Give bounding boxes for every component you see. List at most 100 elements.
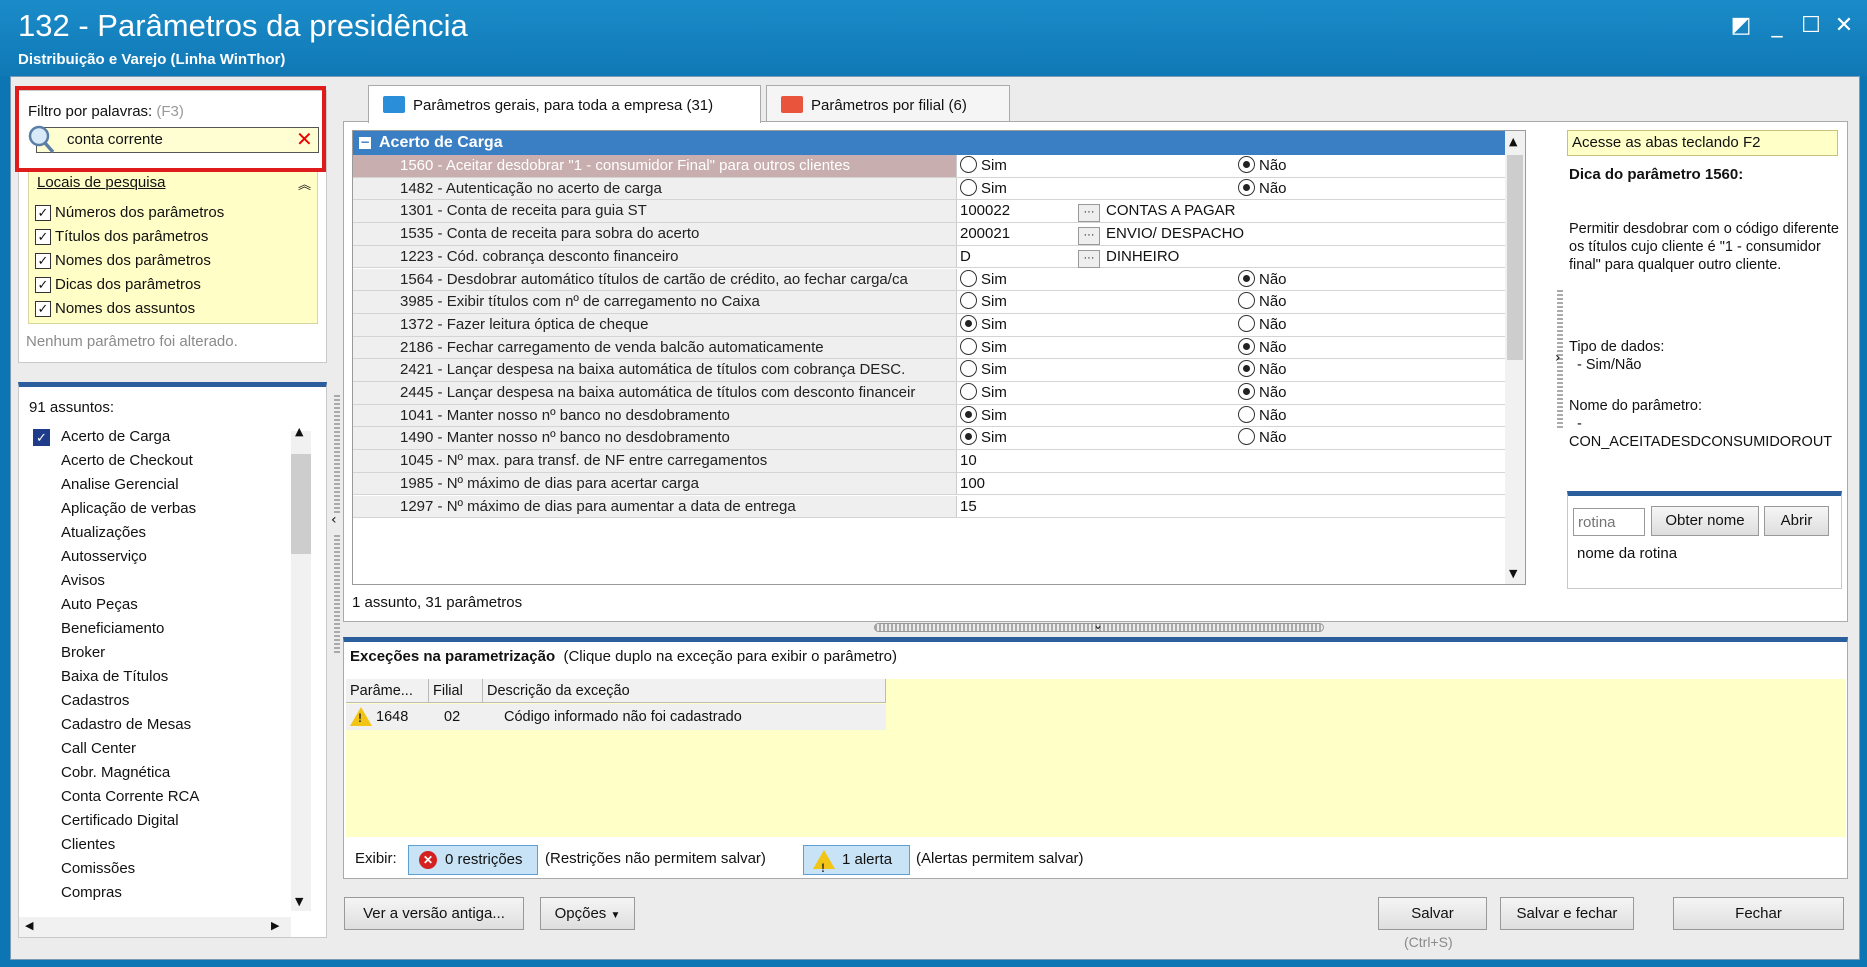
grid-row[interactable]: 1535 - Conta de receita para sobra do ac… [353, 223, 1525, 246]
get-name-button[interactable]: Obter nome [1651, 506, 1759, 536]
radio-option[interactable]: Sim [960, 405, 1007, 427]
search-option[interactable]: ✓ Números dos parâmetros [35, 204, 224, 221]
scroll-down-icon[interactable]: ▼ [295, 895, 303, 908]
radio-empty-icon[interactable] [1238, 405, 1255, 423]
radio-option[interactable]: Sim [960, 314, 1007, 336]
grid-row[interactable]: 1482 - Autenticação no acerto de carga Si… [353, 177, 1525, 201]
parameter-code[interactable]: D [960, 246, 971, 268]
radio-selected-icon[interactable] [960, 314, 977, 332]
checkbox-checked-icon[interactable]: ✓ [35, 276, 51, 293]
subjects-hscrollbar[interactable]: ◀ ▶ [19, 917, 291, 937]
list-item[interactable]: Call Center [27, 737, 289, 761]
tab-general-parameters[interactable]: Parâmetros gerais, para toda a empresa (… [368, 85, 761, 123]
radio-option[interactable]: Sim [960, 291, 1007, 313]
radio-option[interactable]: Não [1238, 405, 1287, 427]
parameter-value[interactable]: 15 [960, 496, 1505, 522]
radio-option[interactable]: Não [1238, 337, 1287, 359]
radio-selected-icon[interactable] [1238, 360, 1255, 378]
checkbox-checked-icon[interactable]: ✓ [35, 204, 51, 221]
radio-option[interactable]: Não [1238, 314, 1287, 336]
list-item[interactable]: Aplicação de verbas [27, 497, 289, 521]
scroll-up-icon[interactable]: ▲ [295, 425, 303, 438]
column-header[interactable]: Descrição da exceção [483, 679, 886, 703]
routine-input[interactable] [1573, 508, 1645, 536]
radio-empty-icon[interactable] [960, 360, 977, 378]
lookup-button[interactable]: ··· [1078, 249, 1100, 268]
checkbox-checked-icon[interactable]: ✓ [35, 300, 51, 317]
radio-option[interactable]: Sim [960, 178, 1007, 200]
splitter-collapse-icon[interactable]: ‹ [331, 512, 337, 528]
collapse-icon[interactable]: ︽ [298, 174, 311, 193]
radio-selected-icon[interactable] [960, 405, 977, 423]
radio-empty-icon[interactable] [960, 383, 977, 400]
radio-empty-icon[interactable] [1238, 428, 1255, 446]
radio-selected-icon[interactable] [1238, 178, 1255, 196]
checkbox-checked-icon[interactable]: ✓ [33, 429, 50, 446]
radio-empty-icon[interactable] [1238, 314, 1255, 332]
save-button[interactable]: Salvar [1378, 897, 1487, 930]
parameter-code[interactable]: 15 [960, 496, 977, 518]
list-item[interactable]: Cadastro de Mesas [27, 713, 289, 737]
close-icon[interactable]: ✕ [1830, 12, 1858, 40]
list-item[interactable]: Conta Corrente RCA [27, 785, 289, 809]
list-item[interactable]: Compras [27, 881, 289, 905]
alerts-button[interactable]: ! 1 alerta [803, 845, 910, 875]
search-option[interactable]: ✓ Dicas dos parâmetros [35, 276, 201, 293]
grid-row[interactable]: 1223 - Cód. cobrança desconto financeiro… [353, 245, 1525, 269]
grid-row[interactable]: 1301 - Conta de receita para guia ST 1000… [353, 200, 1525, 224]
open-button[interactable]: Abrir [1764, 506, 1829, 536]
grid-row[interactable]: 2445 - Lançar despesa na baixa automátic… [353, 382, 1525, 405]
parameter-code[interactable]: 10 [960, 450, 977, 472]
search-option[interactable]: ✓ Títulos dos parâmetros [35, 228, 208, 245]
grid-row[interactable]: 3985 - Exibir títulos com nº de carregam… [353, 291, 1525, 314]
scroll-down-icon[interactable]: ▼ [1509, 567, 1517, 580]
radio-option[interactable]: Não [1238, 291, 1287, 313]
search-option[interactable]: ✓ Nomes dos parâmetros [35, 252, 211, 269]
list-item[interactable]: Cobr. Magnética [27, 761, 289, 785]
radio-option[interactable]: Não [1238, 382, 1287, 404]
collapse-group-icon[interactable]: − [359, 136, 371, 149]
radio-option[interactable]: Sim [960, 269, 1007, 291]
vertical-splitter[interactable] [334, 535, 340, 655]
grid-row[interactable]: 1372 - Fazer leitura óptica de cheque Sim… [353, 313, 1525, 337]
list-item[interactable]: Cadastros [27, 689, 289, 713]
minimize-icon[interactable]: _ [1763, 12, 1791, 40]
list-item[interactable]: Autosserviço [27, 545, 289, 569]
grid-row[interactable]: 1560 - Aceitar desdobrar "1 - consumidor… [353, 155, 1525, 178]
radio-empty-icon[interactable] [960, 337, 977, 355]
radio-option[interactable]: Não [1238, 269, 1287, 291]
list-item[interactable]: Atualizações [27, 521, 289, 545]
list-item[interactable]: ✓ Acerto de Carga [27, 425, 289, 449]
list-item[interactable]: Analise Gerencial [27, 473, 289, 497]
list-item[interactable]: Broker [27, 641, 289, 665]
list-item[interactable]: Clientes [27, 833, 289, 857]
radio-empty-icon[interactable] [960, 269, 977, 287]
radio-option[interactable]: Sim [960, 382, 1007, 404]
list-item[interactable]: Certificado Digital [27, 809, 289, 833]
scroll-right-icon[interactable]: ▶ [271, 919, 279, 932]
radio-selected-icon[interactable] [1238, 337, 1255, 355]
vertical-splitter[interactable] [334, 395, 340, 515]
parameters-grid[interactable]: Acerto de Carga − 1560 - Aceitar desdobr… [352, 130, 1526, 585]
list-item[interactable]: Acerto de Checkout [27, 449, 289, 473]
grid-row[interactable]: 1297 - Nº máximo de dias para aumentar a… [353, 495, 1525, 522]
maximize-icon[interactable]: ☐ [1797, 12, 1825, 40]
search-locations-header[interactable]: Locais de pesquisa [37, 174, 165, 191]
radio-option[interactable]: Não [1238, 155, 1287, 177]
old-version-button[interactable]: Ver a versão antiga... [344, 897, 524, 930]
column-header[interactable]: Filial [429, 679, 483, 703]
group-header[interactable]: Acerto de Carga [353, 131, 1525, 155]
checkbox-checked-icon[interactable]: ✓ [35, 252, 51, 269]
subjects-list[interactable]: ✓ Acerto de Carga Acerto de Checkout Analis… [27, 425, 289, 905]
splitter-expand-icon[interactable]: › [1555, 350, 1561, 366]
grid-row[interactable]: 2421 - Lançar despesa na baixa automátic… [353, 359, 1525, 382]
options-button[interactable]: Opções ▼ [540, 897, 635, 930]
splitter-expand-icon[interactable]: ⌄ [1093, 618, 1103, 632]
close-button[interactable]: Fechar [1673, 897, 1844, 930]
lookup-button[interactable]: ··· [1078, 204, 1100, 223]
scroll-up-icon[interactable]: ▲ [1509, 135, 1517, 148]
radio-selected-icon[interactable] [1238, 156, 1255, 173]
grid-row[interactable]: 2186 - Fechar carregamento de venda balc… [353, 336, 1525, 360]
radio-option[interactable]: Sim [960, 155, 1007, 177]
grid-row[interactable]: 1490 - Manter nosso nº banco no desdobra… [353, 427, 1525, 451]
